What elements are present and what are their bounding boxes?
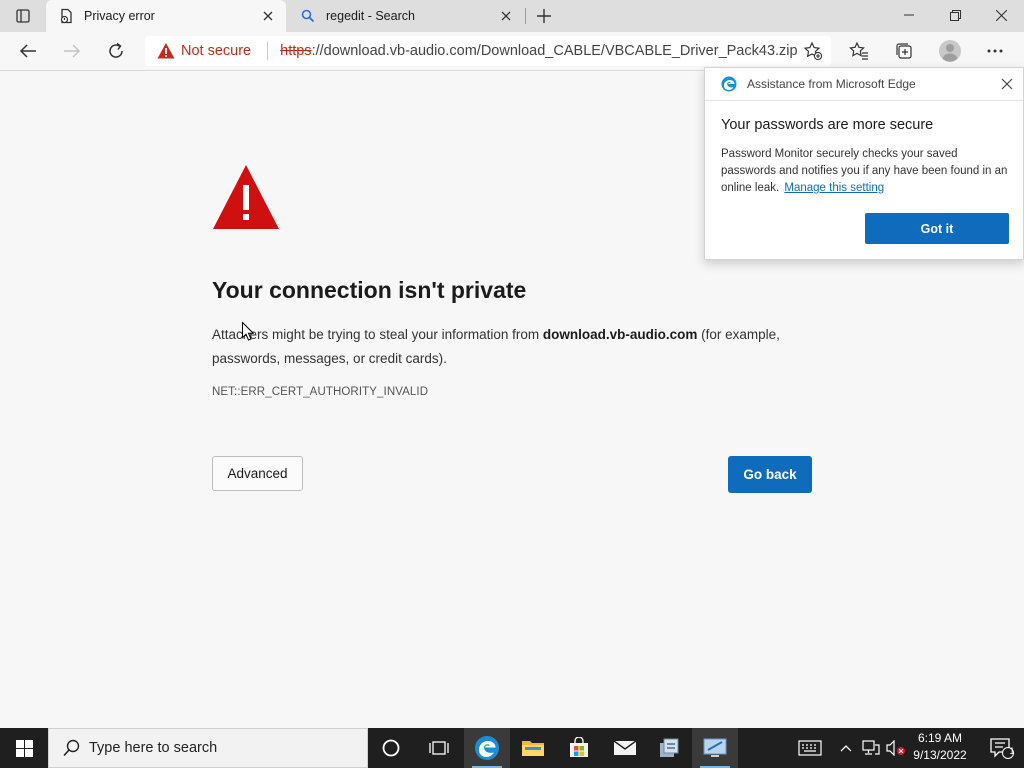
forward-arrow-icon: [64, 44, 81, 58]
server-manager-icon: [660, 738, 679, 757]
clock[interactable]: 6:19 AM 9/13/2022: [908, 730, 972, 766]
close-tab-icon[interactable]: [258, 6, 278, 26]
cortana-icon: [382, 739, 400, 757]
go-back-button[interactable]: Go back: [728, 456, 812, 493]
edge-icon: [475, 736, 499, 760]
minimize-button[interactable]: [886, 0, 932, 30]
description-text: Attackers might be trying to steal your …: [212, 327, 543, 342]
address-bar[interactable]: Not secure https://download.vb-audio.com…: [145, 36, 831, 66]
back-arrow-icon: [19, 44, 36, 58]
restore-button[interactable]: [932, 0, 978, 30]
tab-actions-icon: [16, 9, 30, 23]
tray-keyboard-button[interactable]: [792, 728, 828, 768]
add-favorite-button[interactable]: [801, 39, 825, 63]
url-scheme: https: [280, 43, 312, 59]
volume-muted-icon: [886, 740, 905, 756]
tab-actions-button[interactable]: [0, 0, 46, 32]
network-icon: [862, 740, 880, 755]
refresh-icon: [109, 42, 123, 58]
avatar-icon: [939, 40, 961, 62]
taskbar-app[interactable]: [646, 728, 692, 768]
close-icon: [995, 9, 1007, 21]
volume-button[interactable]: [884, 728, 908, 768]
show-hidden-icons-button[interactable]: [836, 728, 856, 768]
privacy-error-tab-icon: [58, 8, 74, 24]
tab-regedit-search[interactable]: regedit - Search: [288, 0, 524, 32]
popup-title: Assistance from Microsoft Edge: [747, 77, 916, 91]
restore-icon: [949, 9, 961, 21]
tab-title: regedit - Search: [326, 9, 415, 23]
warning-icon: [157, 43, 175, 59]
popup-body: Password Monitor securely checks your sa…: [721, 146, 1013, 197]
popup-header: Assistance from Microsoft Edge: [705, 68, 1023, 101]
search-placeholder: Type here to search: [89, 740, 218, 756]
error-description: Attackers might be trying to steal your …: [212, 323, 822, 371]
back-button[interactable]: [12, 36, 44, 66]
clock-date: 9/13/2022: [913, 748, 967, 762]
taskbar-search-box[interactable]: Type here to search: [48, 728, 368, 768]
network-button[interactable]: [860, 728, 882, 768]
taskbar-file-explorer[interactable]: [510, 728, 556, 768]
got-it-button[interactable]: Got it: [865, 213, 1009, 244]
collections-button[interactable]: [888, 36, 920, 66]
remote-desktop-icon: [703, 738, 727, 757]
collections-icon: [896, 43, 912, 59]
taskbar-store[interactable]: [556, 728, 602, 768]
plus-icon: [537, 9, 551, 23]
close-popup-icon[interactable]: [997, 74, 1017, 94]
search-icon: [61, 737, 83, 759]
url-path: ://download.vb-audio.com/Download_CABLE/…: [311, 43, 798, 59]
clock-time: 6:19 AM: [917, 731, 963, 745]
folder-icon: [522, 741, 544, 756]
tab-strip: Privacy error regedit - Search: [0, 0, 1024, 32]
favorites-icon: [849, 41, 868, 60]
keyboard-icon: [798, 740, 822, 756]
close-tab-icon[interactable]: [496, 6, 516, 26]
search-tab-icon: [300, 8, 316, 24]
taskbar-mail[interactable]: [602, 728, 648, 768]
forward-button[interactable]: [56, 36, 88, 66]
new-tab-button[interactable]: [530, 4, 558, 28]
page-title: Your connection isn't private: [212, 277, 527, 303]
notification-count: 1: [1009, 746, 1015, 756]
mail-icon: [613, 740, 637, 755]
manage-setting-link[interactable]: Manage this setting: [784, 182, 884, 194]
more-icon: [987, 49, 1003, 53]
tab-separator: [525, 8, 526, 24]
chevron-up-icon: [840, 745, 852, 752]
refresh-button[interactable]: [100, 36, 132, 66]
address-divider: [267, 42, 269, 60]
taskbar-remote-desktop[interactable]: [692, 728, 738, 768]
cortana-button[interactable]: [368, 728, 414, 768]
star-add-icon: [803, 41, 823, 61]
browser-toolbar: Not secure https://download.vb-audio.com…: [0, 32, 1024, 71]
action-center-button[interactable]: 1: [980, 728, 1024, 768]
profile-button[interactable]: [934, 36, 966, 66]
favorites-button[interactable]: [843, 36, 875, 66]
start-button[interactable]: [0, 728, 48, 768]
task-view-button[interactable]: [416, 728, 462, 768]
windows-logo-icon: [15, 739, 33, 757]
taskbar-edge[interactable]: [464, 728, 510, 768]
domain-name: download.vb-audio.com: [542, 327, 698, 342]
advanced-button[interactable]: Advanced: [212, 456, 303, 491]
not-secure-label[interactable]: Not secure: [181, 43, 251, 59]
edge-logo-icon: [721, 76, 737, 92]
task-view-icon: [429, 741, 449, 755]
popup-heading: Your passwords are more secure: [721, 117, 934, 133]
warning-icon: [213, 165, 279, 229]
tab-title: Privacy error: [84, 9, 155, 23]
mouse-cursor-icon: [242, 322, 254, 341]
tab-privacy-error[interactable]: Privacy error: [46, 0, 286, 32]
taskbar: Type here to search 6:19 AM 9/13/2022 1: [0, 728, 1024, 768]
settings-more-button[interactable]: [979, 36, 1011, 66]
error-code: NET::ERR_CERT_AUTHORITY_INVALID: [212, 386, 429, 398]
close-window-button[interactable]: [978, 0, 1024, 30]
store-icon: [570, 737, 588, 757]
minimize-icon: [904, 14, 914, 16]
password-monitor-popup: Assistance from Microsoft Edge Your pass…: [704, 67, 1024, 260]
